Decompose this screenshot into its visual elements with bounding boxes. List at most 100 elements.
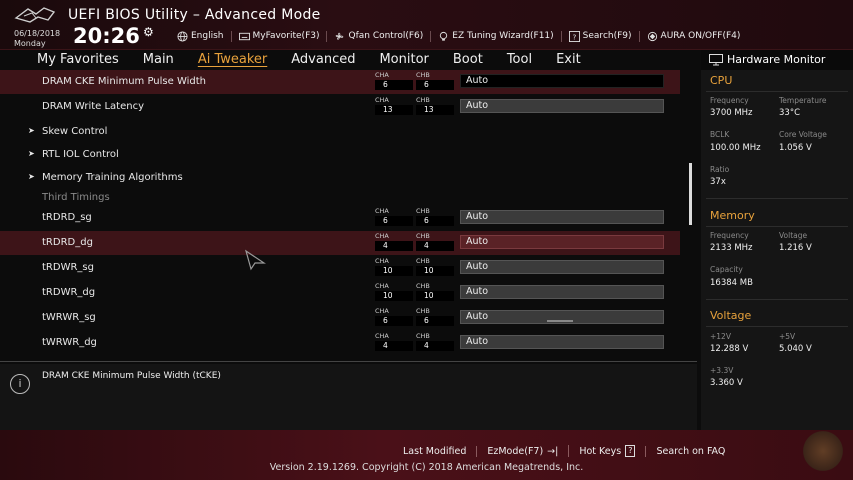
chb-value: CHB 10	[416, 282, 454, 301]
value-input[interactable]: Auto	[460, 74, 664, 88]
hardware-monitor-title: Hardware Monitor	[701, 50, 853, 70]
clock-display: 20:26	[73, 24, 140, 48]
setting-row-dram-cke[interactable]: DRAM CKE Minimum Pulse Width CHA 6 CHB 6 A…	[0, 70, 680, 94]
setting-row-trdwr-dg[interactable]: tRDWR_dg CHA 10 CHB 10 Auto	[0, 281, 680, 305]
search-button[interactable]: ? Search(F9)	[560, 30, 639, 42]
qfan-label: Qfan Control(F6)	[348, 31, 424, 41]
value-slider-mark	[547, 320, 573, 322]
submenu-label: Skew Control	[42, 126, 108, 137]
value-input[interactable]: Auto	[460, 335, 664, 349]
ratio-value: 37x	[710, 177, 726, 187]
setting-row-dram-write-latency[interactable]: DRAM Write Latency CHA 13 CHB 13 Auto	[0, 95, 680, 119]
myfavorite-button[interactable]: MyFavorite(F3)	[230, 30, 327, 42]
hardware-monitor-label: Hardware Monitor	[727, 53, 826, 66]
chb-number: 10	[416, 266, 454, 276]
setting-label: tRDWR_dg	[42, 287, 96, 298]
tab-ai-tweaker[interactable]: Ai Tweaker	[186, 50, 279, 70]
divider	[706, 91, 848, 92]
info-icon: i	[10, 374, 30, 394]
value-input[interactable]: Auto	[460, 260, 664, 274]
cha-label: CHA	[375, 96, 389, 104]
hardware-monitor-panel: Hardware Monitor CPU Frequency Temperatu…	[701, 50, 853, 430]
divider	[706, 299, 848, 300]
chb-number: 4	[416, 341, 454, 351]
setting-row-trdwr-sg[interactable]: tRDWR_sg CHA 10 CHB 10 Auto	[0, 256, 680, 280]
chevron-right-icon: ➤	[28, 172, 35, 181]
memory-frequency-value: 2133 MHz	[710, 243, 753, 253]
aura-button[interactable]: AURA ON/OFF(F4)	[638, 30, 748, 42]
tab-main[interactable]: Main	[131, 50, 186, 70]
chb-label: CHB	[416, 232, 430, 240]
submenu-skew-control[interactable]: ➤ Skew Control	[0, 120, 680, 144]
chb-number: 6	[416, 216, 454, 226]
chb-number: 10	[416, 291, 454, 301]
divider	[706, 326, 848, 327]
setting-row-twrwr-sg[interactable]: tWRWR_sg CHA 6 CHB 6 Auto	[0, 306, 680, 330]
submenu-rtl-iol-control[interactable]: ➤ RTL IOL Control	[0, 143, 680, 167]
hot-keys-button[interactable]: Hot Keys ?	[568, 445, 645, 457]
divider	[706, 226, 848, 227]
submenu-label: RTL IOL Control	[42, 149, 119, 160]
v33-value: 3.360 V	[710, 378, 743, 388]
value-input[interactable]: Auto	[460, 285, 664, 299]
tab-boot[interactable]: Boot	[441, 50, 495, 70]
memory-voltage-value: 1.216 V	[779, 243, 812, 253]
chevron-right-icon: ➤	[28, 126, 35, 135]
myfavorite-label: MyFavorite(F3)	[252, 31, 320, 41]
tab-exit[interactable]: Exit	[544, 50, 593, 70]
cha-value: CHA 6	[375, 307, 413, 326]
ratio-label: Ratio	[710, 165, 730, 174]
help-icon: ?	[568, 30, 580, 42]
version-text: Version 2.19.1269. Copyright (C) 2018 Am…	[269, 462, 584, 473]
cha-label: CHA	[375, 71, 389, 79]
language-button[interactable]: English	[170, 30, 231, 42]
value-input[interactable]: Auto	[460, 99, 664, 113]
setting-row-trdrd-dg[interactable]: tRDRD_dg CHA 4 CHB 4 Auto	[0, 231, 680, 255]
ezmode-button[interactable]: EzMode(F7) →|	[476, 445, 568, 457]
tab-my-favorites[interactable]: My Favorites	[0, 50, 131, 70]
ez-tuning-button[interactable]: EZ Tuning Wizard(F11)	[430, 30, 560, 42]
cpu-temperature-label: Temperature	[779, 96, 827, 105]
rog-logo-icon	[14, 7, 56, 23]
footer-menu: Last Modified EzMode(F7) →| Hot Keys ? S…	[393, 445, 853, 457]
main-menu: My Favorites Main Ai Tweaker Advanced Mo…	[0, 50, 697, 70]
tab-tool[interactable]: Tool	[495, 50, 544, 70]
setting-row-trdrd-sg[interactable]: tRDRD_sg CHA 6 CHB 6 Auto	[0, 206, 680, 230]
app-title: UEFI BIOS Utility – Advanced Mode	[68, 7, 321, 23]
header-bar: UEFI BIOS Utility – Advanced Mode 06/18/…	[0, 0, 853, 50]
v12-value: 12.288 V	[710, 344, 749, 354]
cha-label: CHA	[375, 232, 389, 240]
tab-monitor[interactable]: Monitor	[367, 50, 440, 70]
top-toolbar: English MyFavorite(F3) Qfan Control(F6) …	[170, 29, 747, 43]
capacity-label: Capacity	[710, 265, 743, 274]
watermark-logo-icon	[800, 428, 846, 474]
lightbulb-icon	[440, 31, 448, 41]
chb-value: CHB 13	[416, 96, 454, 115]
chb-value: CHB 10	[416, 257, 454, 276]
setting-row-twrwr-dg[interactable]: tWRWR_dg CHA 4 CHB 4 Auto	[0, 331, 680, 355]
cha-number: 13	[375, 105, 413, 115]
qfan-button[interactable]: Qfan Control(F6)	[326, 30, 430, 42]
search-faq-button[interactable]: Search on FAQ	[645, 445, 735, 457]
keyboard-icon	[238, 32, 250, 40]
fan-icon	[336, 32, 344, 40]
chb-label: CHB	[416, 207, 430, 215]
v12-label: +12V	[710, 332, 731, 341]
cpu-section-title: CPU	[710, 74, 733, 87]
value-input[interactable]: Auto	[460, 235, 664, 249]
gear-icon[interactable]: ⚙	[143, 25, 154, 39]
chb-label: CHB	[416, 332, 430, 340]
tab-advanced[interactable]: Advanced	[279, 50, 367, 70]
value-input[interactable]: Auto	[460, 210, 664, 224]
date-text: 06/18/2018	[14, 29, 61, 38]
chb-label: CHB	[416, 257, 430, 265]
chb-label: CHB	[416, 96, 430, 104]
setting-label: tRDWR_sg	[42, 262, 94, 273]
cha-value: CHA 10	[375, 257, 413, 276]
memory-voltage-label: Voltage	[779, 231, 808, 240]
svg-text:?: ?	[572, 32, 576, 41]
cha-number: 10	[375, 266, 413, 276]
scrollbar-thumb[interactable]	[689, 163, 692, 225]
last-modified-button[interactable]: Last Modified	[393, 446, 476, 457]
setting-label: tRDRD_dg	[42, 237, 93, 248]
